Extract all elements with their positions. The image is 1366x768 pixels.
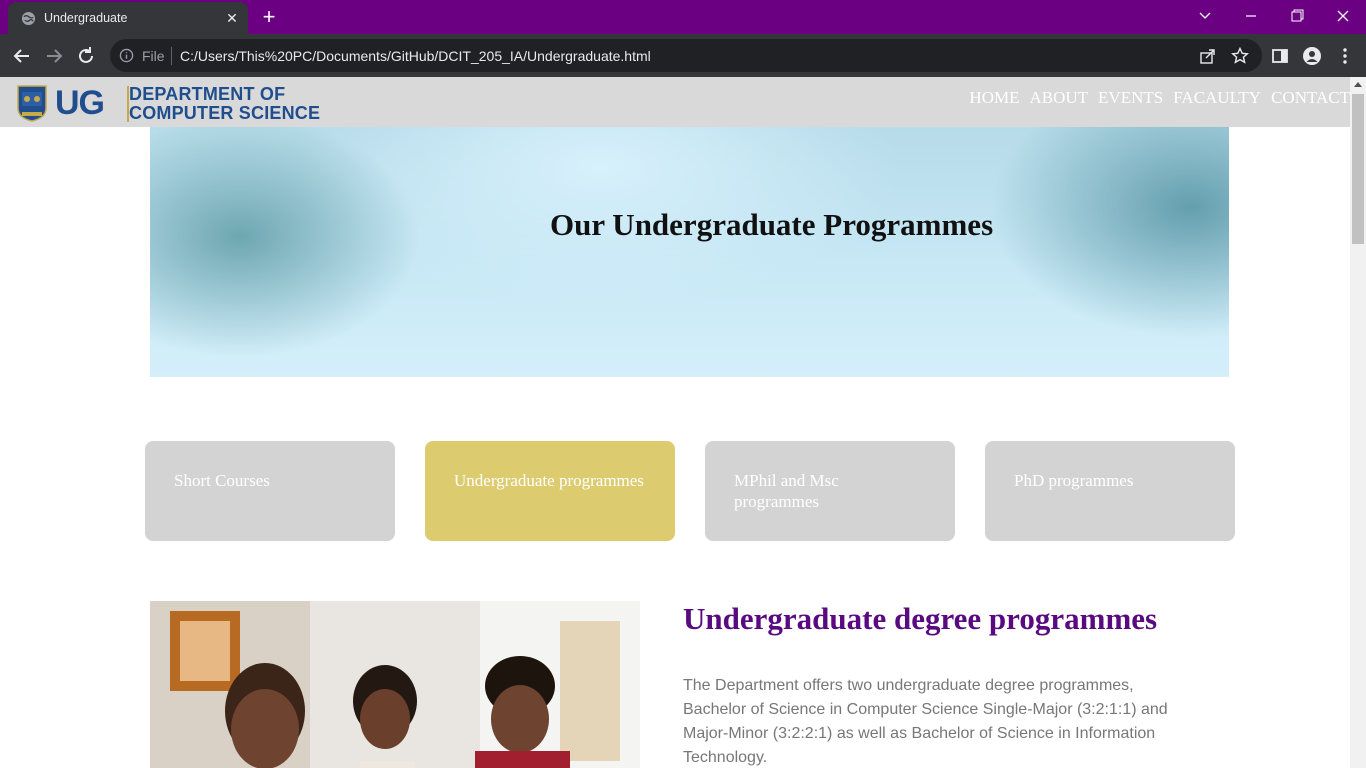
site-header: UG DEPARTMENT OF COMPUTER SCIENCE HOME A… xyxy=(0,77,1350,127)
logo-line-2: COMPUTER SCIENCE xyxy=(129,103,321,123)
tab-title: Undergraduate xyxy=(44,11,128,25)
students-photo xyxy=(150,601,640,768)
card-mphil-msc[interactable]: MPhil and Msc programmes xyxy=(705,441,955,541)
logo-mark: UG xyxy=(55,84,105,122)
share-icon[interactable] xyxy=(1199,47,1217,65)
nav-about[interactable]: ABOUT xyxy=(1029,88,1088,108)
star-icon[interactable] xyxy=(1231,47,1249,65)
address-scheme: File xyxy=(142,48,165,64)
section-body: The Department offers two undergraduate … xyxy=(683,677,1168,766)
scroll-up-arrow-icon[interactable] xyxy=(1354,82,1362,87)
back-icon[interactable] xyxy=(9,43,35,69)
minimize-icon[interactable] xyxy=(1236,4,1266,28)
window-close-icon[interactable] xyxy=(1328,4,1358,28)
logo-line-1: DEPARTMENT OF xyxy=(129,84,286,104)
crest-icon xyxy=(17,85,47,122)
browser-toolbar: File C:/Users/This%20PC/Documents/GitHub… xyxy=(0,34,1366,77)
nav-faculty[interactable]: FACAULTY xyxy=(1173,88,1261,108)
close-icon[interactable]: ✕ xyxy=(224,10,240,26)
profile-icon[interactable] xyxy=(1302,46,1322,66)
site-logo[interactable]: UG DEPARTMENT OF COMPUTER SCIENCE xyxy=(14,82,334,124)
address-url[interactable]: C:/Users/This%20PC/Documents/GitHub/DCIT… xyxy=(180,48,651,64)
restore-icon[interactable] xyxy=(1282,4,1312,28)
hero-banner: Our Undergraduate Programmes xyxy=(150,127,1229,377)
section-title: Undergraduate degree programmes xyxy=(683,601,1158,636)
reload-icon[interactable] xyxy=(73,43,99,69)
main-nav: HOME ABOUT EVENTS FACAULTY CONTACT xyxy=(969,88,1350,108)
students-photo-image xyxy=(150,601,640,768)
info-icon[interactable] xyxy=(119,48,134,63)
hero-title: Our Undergraduate Programmes xyxy=(550,207,994,242)
card-undergraduate[interactable]: Undergraduate programmes xyxy=(425,441,675,541)
address-separator xyxy=(171,47,172,65)
globe-icon xyxy=(21,11,36,26)
address-bar[interactable]: File C:/Users/This%20PC/Documents/GitHub… xyxy=(110,39,1262,72)
sidebar-icon[interactable] xyxy=(1270,46,1290,66)
browser-tab[interactable]: Undergraduate ✕ xyxy=(8,2,248,34)
card-short-courses[interactable]: Short Courses xyxy=(145,441,395,541)
page-viewport: UG DEPARTMENT OF COMPUTER SCIENCE HOME A… xyxy=(0,77,1350,768)
nav-events[interactable]: EVENTS xyxy=(1098,88,1163,108)
scrollbar[interactable] xyxy=(1350,77,1366,768)
plus-icon[interactable]: + xyxy=(258,6,280,28)
forward-icon[interactable] xyxy=(41,43,67,69)
scroll-thumb[interactable] xyxy=(1352,94,1364,244)
card-phd[interactable]: PhD programmes xyxy=(985,441,1235,541)
nav-home[interactable]: HOME xyxy=(969,88,1019,108)
nav-contact[interactable]: CONTACT xyxy=(1271,88,1350,108)
menu-icon[interactable] xyxy=(1335,46,1355,66)
chevron-down-icon[interactable] xyxy=(1190,4,1220,28)
browser-tabbar: Undergraduate ✕ + xyxy=(0,0,1366,34)
